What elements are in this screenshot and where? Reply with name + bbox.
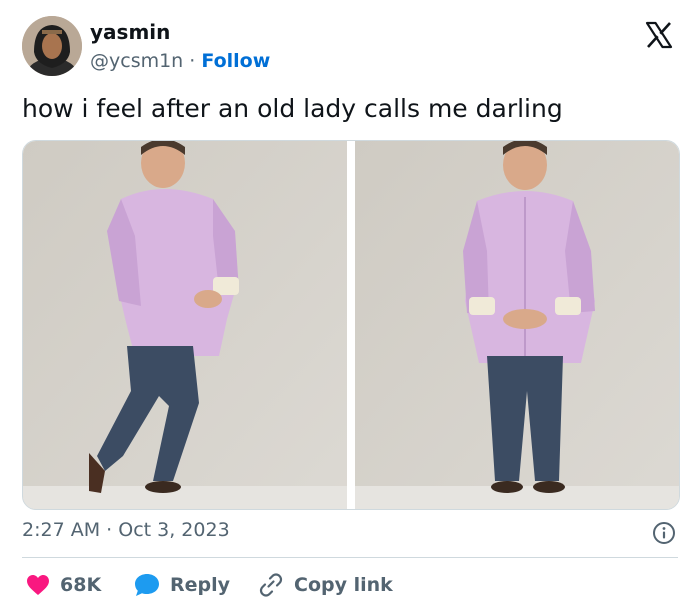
like-count: 68K: [60, 574, 102, 596]
copy-link-label: Copy link: [294, 574, 393, 596]
tweet-photo-right[interactable]: [355, 141, 679, 509]
speech-bubble-icon: [135, 574, 159, 596]
x-logo-icon[interactable]: [644, 20, 674, 50]
action-bar: 68K Reply Copy link: [22, 570, 678, 600]
reply-button[interactable]: Reply: [134, 570, 230, 600]
tweet-card: yasmin @ycsm1n · Follow how i feel after…: [0, 0, 700, 611]
media-grid: [22, 140, 680, 510]
copy-link-button[interactable]: Copy link: [258, 570, 393, 600]
author-name[interactable]: yasmin: [90, 20, 170, 44]
tweet-photo-left[interactable]: [23, 141, 347, 509]
tweet-time[interactable]: 2:27 AM: [22, 519, 100, 541]
handle-row: @ycsm1n · Follow: [90, 50, 270, 72]
author-handle[interactable]: @ycsm1n: [90, 50, 183, 72]
separator: ·: [189, 50, 196, 72]
divider: [22, 557, 678, 558]
follow-button[interactable]: Follow: [201, 50, 270, 72]
tweet-date[interactable]: Oct 3, 2023: [118, 519, 229, 541]
reply-label: Reply: [170, 574, 231, 596]
link-icon: [259, 573, 283, 597]
avatar[interactable]: [22, 16, 82, 76]
tweet-text: how i feel after an old lady calls me da…: [22, 94, 563, 123]
like-button[interactable]: 68K: [26, 570, 101, 600]
timestamp-row: 2:27 AM · Oct 3, 2023: [22, 519, 678, 547]
info-icon[interactable]: [652, 521, 676, 545]
date-separator: ·: [106, 519, 113, 541]
heart-icon: [27, 575, 49, 595]
tweet-header: yasmin @ycsm1n · Follow: [22, 16, 678, 80]
